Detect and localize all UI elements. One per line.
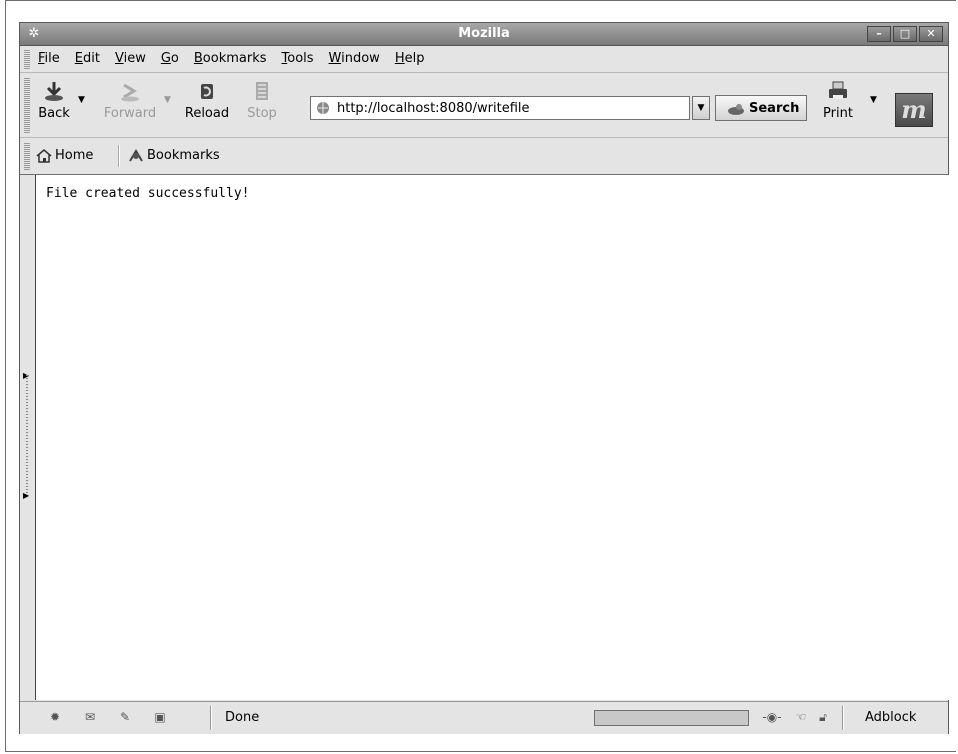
window-title: Mozilla xyxy=(458,26,510,41)
back-dropdown-icon[interactable]: ▼ xyxy=(78,95,85,105)
menu-bar: File Edit View Go Bookmarks Tools Window… xyxy=(20,46,948,73)
page-proxy-icon[interactable] xyxy=(315,100,331,116)
menu-tools[interactable]: Tools xyxy=(282,51,314,66)
stop-button[interactable]: Stop xyxy=(242,79,282,121)
toolbar-separator xyxy=(118,145,120,167)
sidebar-splitter[interactable] xyxy=(26,375,28,495)
status-text: Done xyxy=(225,710,260,725)
forward-button[interactable]: Forward xyxy=(100,79,160,121)
forward-label: Forward xyxy=(103,106,157,121)
url-text[interactable]: http://localhost:8080/writefile xyxy=(337,101,530,116)
adblock-label[interactable]: Adblock xyxy=(865,710,916,725)
status-separator xyxy=(842,706,844,730)
close-button[interactable]: ✕ xyxy=(919,26,943,42)
online-status-icon[interactable]: -◉- xyxy=(758,710,786,726)
home-label: Home xyxy=(55,148,94,163)
toolbar-grip[interactable] xyxy=(24,49,30,69)
menu-file[interactable]: File xyxy=(38,51,60,66)
menu-go[interactable]: Go xyxy=(161,51,179,66)
page-message: File created successfully! xyxy=(46,186,250,201)
search-label: Search xyxy=(749,101,800,116)
home-button[interactable]: Home xyxy=(36,148,93,163)
logo-letter: m xyxy=(901,95,927,124)
menu-help[interactable]: Help xyxy=(395,51,425,66)
forward-arrow-icon xyxy=(121,83,139,102)
maximize-button[interactable]: □ xyxy=(893,26,917,42)
reload-label: Reload xyxy=(184,106,230,121)
progress-meter xyxy=(594,710,749,726)
url-bar[interactable]: http://localhost:8080/writefile xyxy=(310,96,690,120)
mail-icon[interactable]: ✉ xyxy=(80,710,100,726)
print-label: Print xyxy=(823,106,853,121)
url-history-dropdown-icon[interactable]: ▼ xyxy=(692,96,710,120)
navigator-icon[interactable]: ✹ xyxy=(45,710,65,726)
popup-blocker-icon[interactable]: ☜ xyxy=(791,710,811,726)
stop-label: Stop xyxy=(247,106,277,121)
personal-toolbar: Home Bookmarks xyxy=(20,138,948,175)
bookmarks-label: Bookmarks xyxy=(147,148,220,163)
print-dropdown-icon[interactable]: ▼ xyxy=(870,95,877,105)
status-separator xyxy=(210,706,212,730)
toolbar-grip[interactable] xyxy=(24,77,30,133)
stop-icon xyxy=(256,82,268,100)
sidebar-grippy[interactable]: ▶ ▶ xyxy=(20,175,34,700)
home-icon xyxy=(36,148,52,163)
mozilla-throbber-logo[interactable]: m xyxy=(895,93,933,127)
navigation-toolbar: Back ▼ Forward ▼ Reload Stop http://loca… xyxy=(20,73,948,138)
browser-window: ✲ Mozilla – □ ✕ File Edit View Go Bookma… xyxy=(19,22,949,734)
bookmarks-button[interactable]: Bookmarks xyxy=(128,148,220,163)
reload-button[interactable]: Reload xyxy=(182,79,232,121)
print-button[interactable]: Print xyxy=(820,79,856,121)
menu-view[interactable]: View xyxy=(115,51,146,66)
forward-dropdown-icon[interactable]: ▼ xyxy=(164,95,171,105)
search-icon xyxy=(728,104,744,115)
back-button[interactable]: Back xyxy=(36,79,72,121)
composer-icon[interactable]: ✎ xyxy=(115,710,135,726)
menu-window[interactable]: Window xyxy=(329,51,380,66)
menu-edit[interactable]: Edit xyxy=(75,51,100,66)
minimize-button[interactable]: – xyxy=(867,26,891,42)
back-arrow-icon xyxy=(45,82,63,101)
address-book-icon[interactable]: ▣ xyxy=(150,710,170,726)
security-lock-icon[interactable]: 🔓︎ xyxy=(813,710,833,726)
menu-bookmarks[interactable]: Bookmarks xyxy=(194,51,267,66)
sidebar-expand-icon[interactable]: ▶ xyxy=(23,491,29,500)
page-content: File created successfully! xyxy=(35,175,949,700)
bookmarks-icon xyxy=(129,148,143,162)
toolbar-grip[interactable] xyxy=(24,142,30,170)
printer-icon xyxy=(829,81,847,99)
back-label: Back xyxy=(38,106,70,121)
title-bar[interactable]: ✲ Mozilla – □ ✕ xyxy=(20,23,948,46)
search-button[interactable]: Search xyxy=(715,95,807,121)
reload-icon xyxy=(201,84,213,99)
status-bar: ✹ ✉ ✎ ▣ Done -◉- ☜ 🔓︎ Adblock xyxy=(20,701,948,734)
